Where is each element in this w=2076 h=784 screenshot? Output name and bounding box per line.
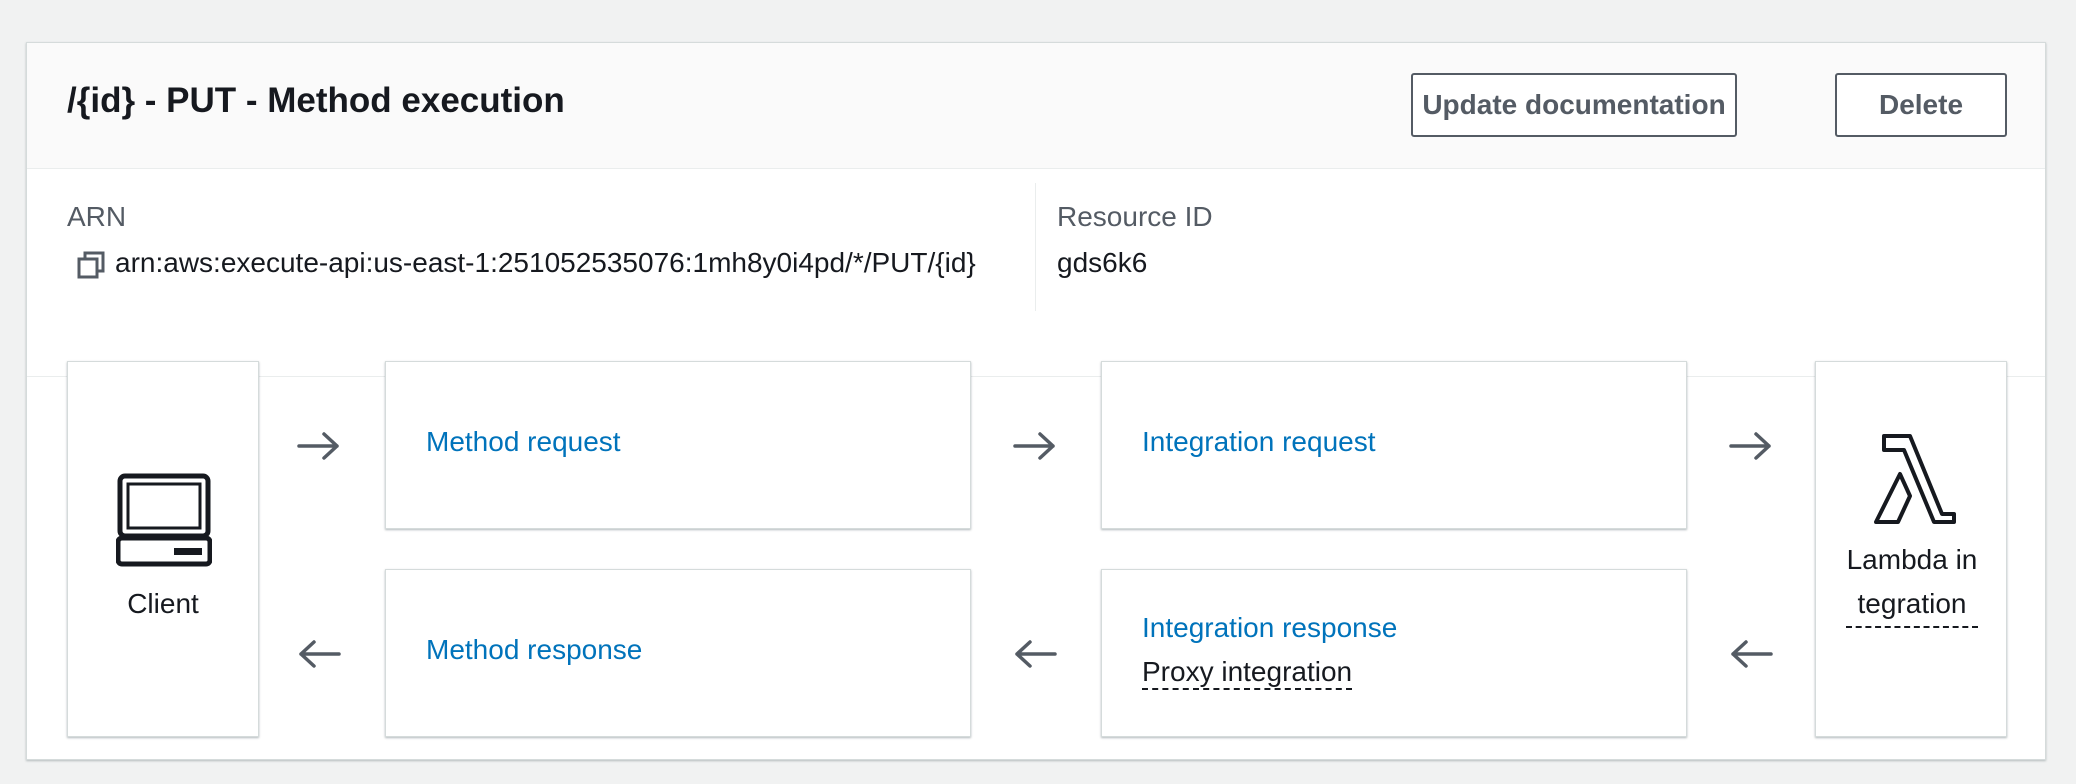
arrow-left-icon bbox=[1729, 639, 1773, 669]
resource-id-value: gds6k6 bbox=[1057, 247, 1148, 278]
arrow-right-icon bbox=[1729, 431, 1773, 461]
arrow-right-icon bbox=[297, 431, 341, 461]
computer-icon bbox=[115, 472, 213, 568]
proxy-integration-label[interactable]: Proxy integration bbox=[1142, 656, 1353, 690]
arrow-right-icon bbox=[1013, 431, 1057, 461]
client-box: Client bbox=[67, 361, 259, 737]
copy-icon[interactable] bbox=[75, 249, 107, 281]
details-section: ARN arn:aws:execute-api:us-east-1:251052… bbox=[27, 169, 2045, 377]
method-request-link[interactable]: Method request bbox=[426, 426, 621, 458]
client-label: Client bbox=[127, 588, 199, 619]
arrow-left-icon bbox=[1013, 639, 1057, 669]
arrow-left-icon bbox=[297, 639, 341, 669]
integration-response-box[interactable]: Integration response Proxy integration bbox=[1101, 569, 1687, 737]
update-documentation-button[interactable]: Update documentation bbox=[1411, 73, 1737, 137]
method-execution-panel: /{id} - PUT - Method execution Update do… bbox=[26, 42, 2046, 760]
lambda-icon bbox=[1864, 430, 1960, 526]
method-response-link[interactable]: Method response bbox=[426, 634, 642, 666]
method-response-box[interactable]: Method response bbox=[385, 569, 971, 737]
details-divider bbox=[1035, 183, 1036, 311]
page-title: /{id} - PUT - Method execution bbox=[67, 81, 565, 120]
resource-id-label: Resource ID bbox=[1057, 201, 1213, 232]
panel-header: /{id} - PUT - Method execution Update do… bbox=[27, 43, 2045, 169]
integration-request-link[interactable]: Integration request bbox=[1142, 426, 1376, 458]
arn-value: arn:aws:execute-api:us-east-1:2510525350… bbox=[115, 247, 976, 278]
arn-label: ARN bbox=[67, 201, 127, 232]
lambda-integration-label[interactable]: Lambda integration bbox=[1846, 538, 1978, 628]
method-request-box[interactable]: Method request bbox=[385, 361, 971, 529]
integration-response-link[interactable]: Integration response bbox=[1142, 612, 1397, 644]
integration-request-box[interactable]: Integration request bbox=[1101, 361, 1687, 529]
lambda-integration-box: Lambda integration bbox=[1815, 361, 2007, 737]
delete-button[interactable]: Delete bbox=[1835, 73, 2007, 137]
